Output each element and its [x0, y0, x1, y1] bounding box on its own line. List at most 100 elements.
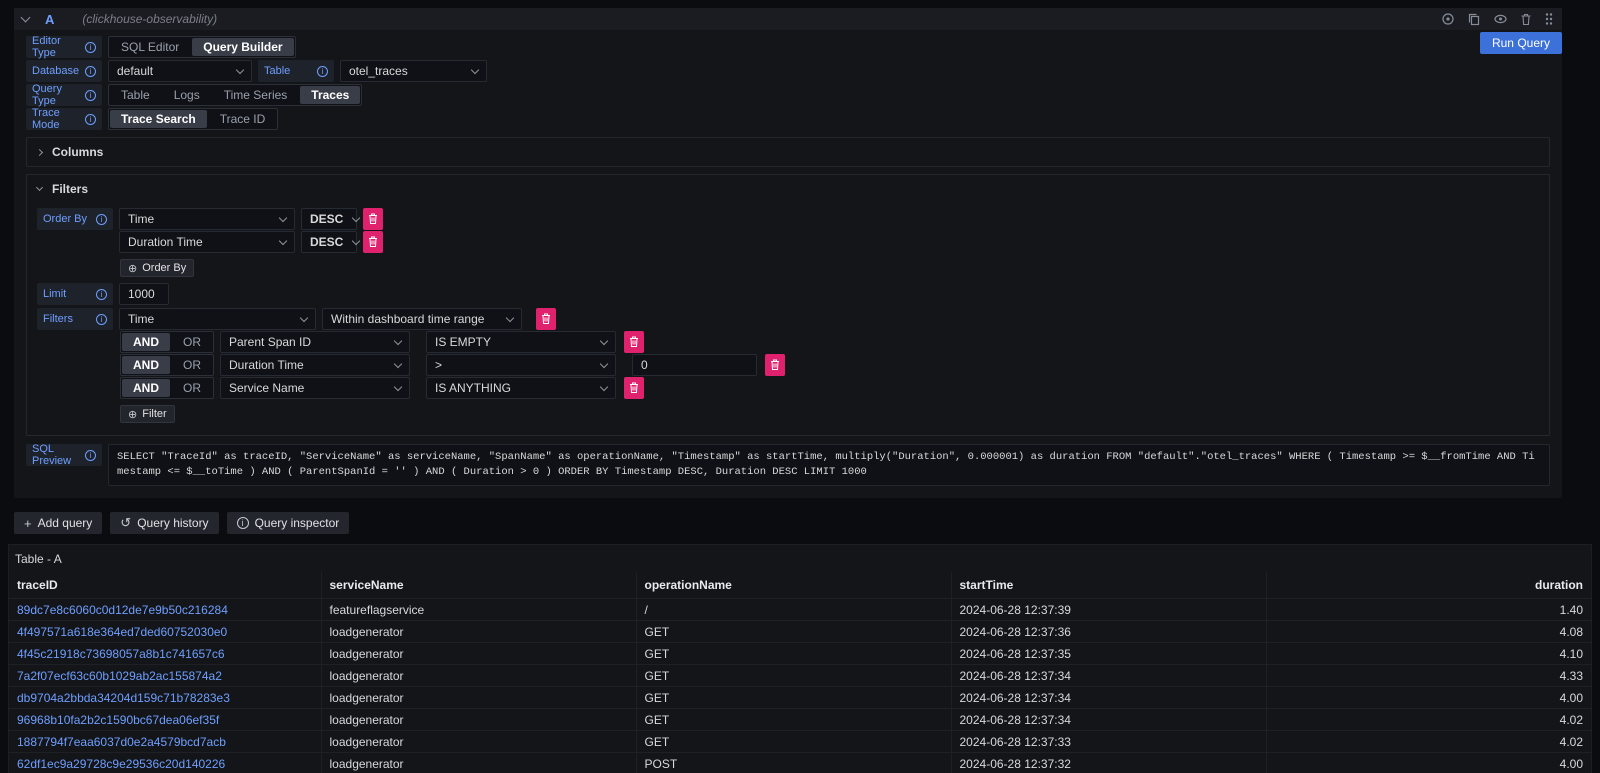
start-time-cell: 2024-06-28 12:37:34 [951, 709, 1266, 731]
filter-field-select[interactable]: Duration Time [220, 354, 410, 376]
query-history-button[interactable]: ↺ Query history [110, 512, 218, 534]
query-type-option[interactable]: Logs [163, 86, 211, 104]
trace-id-link[interactable]: 62df1ec9a29728c9e29536c20d140226 [17, 757, 225, 771]
query-type-option[interactable]: Table [110, 86, 161, 104]
editor-type-option[interactable]: Query Builder [192, 38, 293, 56]
add-query-button[interactable]: + Add query [14, 512, 102, 534]
duration-cell: 4.10 [1266, 643, 1591, 665]
column-header-duration[interactable]: duration [1266, 572, 1591, 599]
datasource-hint: (clickhouse-observability) [82, 12, 217, 26]
drag-handle-icon[interactable] [1544, 12, 1554, 26]
table-select[interactable]: otel_traces [340, 60, 487, 82]
query-type-option[interactable]: Traces [300, 86, 360, 104]
columns-section-header[interactable]: Columns [37, 138, 1539, 166]
filter-field-select[interactable]: Service Name [220, 377, 410, 399]
limit-input[interactable] [119, 283, 169, 305]
trace-id-link[interactable]: 96968b10fa2b2c1590bc67dea06ef35f [17, 713, 219, 727]
order-by-direction-select[interactable]: DESC [301, 208, 357, 230]
trace-id-cell: 96968b10fa2b2c1590bc67dea06ef35f [9, 709, 321, 731]
remove-filter-button[interactable] [765, 354, 785, 376]
info-icon[interactable]: i [85, 42, 96, 53]
remove-order-by-button[interactable] [363, 208, 383, 230]
service-name-cell: loadgenerator [321, 643, 636, 665]
filter-operator-select[interactable]: IS ANYTHING [426, 377, 616, 399]
run-query-button[interactable]: Run Query [1480, 32, 1562, 54]
column-header-starttime[interactable]: startTime [951, 572, 1266, 599]
or-option[interactable]: OR [172, 333, 212, 351]
chevron-down-icon [394, 382, 402, 390]
database-select[interactable]: default [108, 60, 252, 82]
trace-id-link[interactable]: 4f497571a618e364ed7ded60752030e0 [17, 625, 227, 639]
operation-name-cell: GET [636, 643, 951, 665]
operation-name-cell: GET [636, 687, 951, 709]
query-footer-toolbar: + Add query ↺ Query history i Query insp… [14, 512, 1562, 534]
query-inspector-button[interactable]: i Query inspector [227, 512, 350, 534]
query-type-row: Query Typei TableLogsTime SeriesTraces [26, 84, 1550, 106]
column-header-traceid[interactable]: traceID [9, 572, 321, 599]
sql-preview-code: SELECT "TraceId" as traceID, "ServiceNam… [108, 444, 1550, 486]
filter-field-select[interactable]: Parent Span ID [220, 331, 410, 353]
order-by-field-select[interactable]: Time [119, 208, 295, 230]
chevron-down-icon [394, 336, 402, 344]
trace-id-link[interactable]: 4f45c21918c73698057a8b1c741657c6 [17, 647, 225, 661]
help-icon[interactable] [1441, 12, 1455, 26]
remove-filter-button[interactable] [624, 377, 644, 399]
filters-label: Filtersi [37, 308, 113, 330]
duration-cell: 4.02 [1266, 731, 1591, 753]
remove-query-trash-icon[interactable] [1520, 13, 1532, 26]
collapse-query-chevron-icon[interactable] [21, 13, 31, 23]
add-order-by-button[interactable]: ⊕ Order By [120, 259, 194, 277]
column-header-servicename[interactable]: serviceName [321, 572, 636, 599]
remove-filter-button[interactable] [624, 331, 644, 353]
remove-order-by-button[interactable] [363, 231, 383, 253]
plus-icon: + [24, 516, 32, 531]
info-icon[interactable]: i [85, 90, 96, 101]
trace-id-link[interactable]: 7a2f07ecf63c60b1029ab2ac155874a2 [17, 669, 222, 683]
info-icon[interactable]: i [96, 289, 107, 300]
time-filter-operator-select[interactable]: Within dashboard time range [322, 308, 522, 330]
remove-filter-button[interactable] [536, 308, 556, 330]
trace-id-cell: db9704a2bbda34204d159c71b78283e3 [9, 687, 321, 709]
filter-operator-select[interactable]: IS EMPTY [426, 331, 616, 353]
trace-id-cell: 4f45c21918c73698057a8b1c741657c6 [9, 643, 321, 665]
info-icon[interactable]: i [85, 450, 96, 461]
duplicate-query-icon[interactable] [1467, 12, 1481, 26]
trace-mode-radio-group: Trace SearchTrace ID [108, 108, 278, 130]
info-icon[interactable]: i [85, 66, 96, 77]
and-option[interactable]: AND [122, 379, 170, 397]
or-option[interactable]: OR [172, 356, 212, 374]
query-type-option[interactable]: Time Series [213, 86, 299, 104]
filters-section-header[interactable]: Filters [37, 175, 1539, 203]
chevron-down-icon [300, 313, 308, 321]
trace-mode-option[interactable]: Trace Search [110, 110, 207, 128]
or-option[interactable]: OR [172, 379, 212, 397]
order-by-field-select[interactable]: Duration Time [119, 231, 295, 253]
chevron-down-icon [36, 184, 43, 191]
info-icon[interactable]: i [317, 66, 328, 77]
and-option[interactable]: AND [122, 333, 170, 351]
service-name-cell: loadgenerator [321, 687, 636, 709]
filter-operator-select[interactable]: > [426, 354, 616, 376]
add-filter-button[interactable]: ⊕ Filter [120, 405, 175, 423]
bool-operator-group: AND OR [120, 377, 214, 399]
trace-id-cell: 62df1ec9a29728c9e29536c20d140226 [9, 753, 321, 773]
trace-id-link[interactable]: db9704a2bbda34204d159c71b78283e3 [17, 691, 230, 705]
chevron-down-icon [279, 236, 287, 244]
editor-type-option[interactable]: SQL Editor [110, 38, 190, 56]
column-header-operationname[interactable]: operationName [636, 572, 951, 599]
operation-name-cell: GET [636, 731, 951, 753]
info-icon[interactable]: i [96, 214, 107, 225]
and-option[interactable]: AND [122, 356, 170, 374]
trace-mode-option[interactable]: Trace ID [209, 110, 277, 128]
sql-preview-label: SQL Previewi [26, 444, 102, 466]
info-icon[interactable]: i [96, 314, 107, 325]
trace-id-cell: 4f497571a618e364ed7ded60752030e0 [9, 621, 321, 643]
order-by-direction-select[interactable]: DESC [301, 231, 357, 253]
trace-id-link[interactable]: 1887794f7eaa6037d0e2a4579bcd7acb [17, 735, 226, 749]
info-icon[interactable]: i [85, 114, 96, 125]
filter-value-input[interactable]: 0 [632, 354, 757, 376]
chevron-down-icon [506, 313, 514, 321]
hide-response-eye-icon[interactable] [1493, 13, 1508, 25]
trace-id-link[interactable]: 89dc7e8c6060c0d12de7e9b50c216284 [17, 603, 228, 617]
time-filter-field-select[interactable]: Time [119, 308, 316, 330]
